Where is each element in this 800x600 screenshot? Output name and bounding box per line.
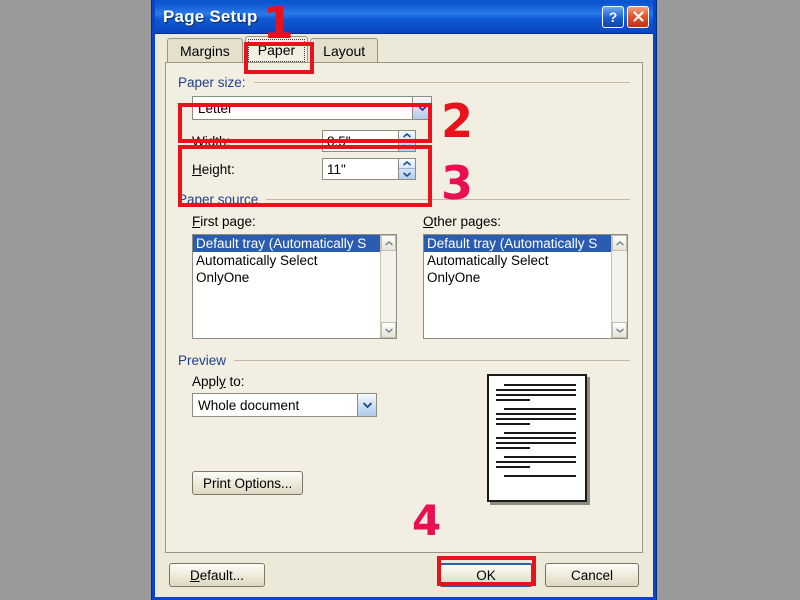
- document-preview-thumbnail: [487, 374, 587, 502]
- width-label-rest: idth:: [204, 133, 231, 149]
- first-page-scrollbar[interactable]: [380, 235, 396, 338]
- paper-source-group-header: Paper source: [178, 192, 630, 207]
- page-setup-dialog: Page Setup ? Margins Paper Layout Paper …: [152, 0, 656, 600]
- paper-size-group: Paper size: Letter Width: 8.5" Height: 1…: [178, 75, 630, 180]
- width-value: 8.5": [327, 133, 351, 149]
- cancel-button[interactable]: Cancel: [545, 563, 639, 587]
- window-controls: ?: [602, 5, 649, 28]
- help-button[interactable]: ?: [602, 5, 624, 28]
- tab-strip: Margins Paper Layout: [155, 34, 653, 62]
- annotation-number-3: 3: [441, 156, 474, 210]
- first-page-list-items: Default tray (Automatically S Automatica…: [193, 235, 380, 338]
- scroll-up-icon[interactable]: [612, 235, 627, 251]
- paper-tab-panel: Paper size: Letter Width: 8.5" Height: 1…: [165, 62, 643, 553]
- paper-size-label: Paper size:: [178, 75, 246, 90]
- annotation-number-4: 4: [412, 496, 442, 545]
- other-pages-listbox[interactable]: Default tray (Automatically S Automatica…: [423, 234, 628, 339]
- group-divider: [234, 360, 630, 361]
- apply-to-label-rest: to:: [225, 374, 245, 389]
- close-button[interactable]: [627, 5, 649, 28]
- list-item[interactable]: Default tray (Automatically S: [193, 235, 380, 252]
- tab-layout-label: Layout: [323, 42, 366, 59]
- paper-source-label: Paper source: [178, 192, 259, 207]
- height-stepper[interactable]: 11": [322, 158, 416, 180]
- width-spin-down[interactable]: [399, 141, 415, 151]
- scroll-up-icon[interactable]: [381, 235, 396, 251]
- width-label: Width:: [192, 133, 231, 149]
- height-value: 11": [327, 161, 346, 177]
- dialog-footer: Default... OK Cancel: [155, 553, 653, 597]
- paper-size-select[interactable]: Letter: [192, 96, 432, 120]
- chevron-down-icon[interactable]: [412, 97, 431, 119]
- height-label: Height:: [192, 161, 235, 177]
- page-title: Page Setup: [163, 6, 258, 26]
- scroll-down-icon[interactable]: [612, 322, 627, 338]
- apply-to-column: Apply to: Whole document Print Options..…: [192, 374, 467, 502]
- height-spin-up[interactable]: [399, 159, 415, 169]
- list-item[interactable]: Automatically Select: [193, 252, 380, 269]
- paper-size-value: Letter: [198, 100, 233, 116]
- ok-button-label: OK: [476, 567, 496, 583]
- first-page-label-rest: irst page:: [200, 214, 256, 229]
- cancel-button-label: Cancel: [570, 567, 614, 583]
- chevron-down-icon[interactable]: [357, 394, 376, 416]
- ok-button[interactable]: OK: [439, 563, 533, 587]
- print-options-label: Print Options...: [203, 475, 293, 491]
- preview-group: Preview Apply to: Whole document Print O…: [178, 353, 630, 502]
- height-spin-down[interactable]: [399, 169, 415, 179]
- tab-layout[interactable]: Layout: [310, 38, 379, 62]
- question-mark-icon: ?: [608, 8, 618, 25]
- print-options-button[interactable]: Print Options...: [192, 471, 304, 495]
- apply-to-select[interactable]: Whole document: [192, 393, 377, 417]
- annotation-number-2: 2: [441, 94, 474, 148]
- preview-group-header: Preview: [178, 353, 630, 368]
- scroll-down-icon[interactable]: [381, 322, 396, 338]
- tab-margins[interactable]: Margins: [167, 38, 243, 62]
- paper-source-group: Paper source First page: Default tray (A…: [178, 192, 630, 339]
- group-divider: [253, 82, 630, 83]
- first-page-listbox[interactable]: Default tray (Automatically S Automatica…: [192, 234, 397, 339]
- paper-size-group-header: Paper size:: [178, 75, 630, 90]
- apply-to-value: Whole document: [198, 397, 300, 413]
- title-bar[interactable]: Page Setup ?: [155, 0, 653, 34]
- other-pages-source-column: Other pages: Default tray (Automatically…: [423, 213, 628, 339]
- other-pages-list-items: Default tray (Automatically S Automatica…: [424, 235, 611, 338]
- preview-label: Preview: [178, 353, 227, 368]
- list-item[interactable]: OnlyOne: [424, 269, 611, 286]
- first-page-label: First page:: [192, 214, 256, 229]
- other-pages-label: Other pages:: [423, 214, 502, 229]
- first-page-source-column: First page: Default tray (Automatically …: [192, 213, 397, 339]
- list-item[interactable]: Default tray (Automatically S: [424, 235, 611, 252]
- annotation-number-1: 1: [263, 0, 294, 49]
- tab-margins-label: Margins: [180, 42, 230, 59]
- list-item[interactable]: Automatically Select: [424, 252, 611, 269]
- default-button-label: Default...: [189, 567, 245, 583]
- apply-to-label: Apply to:: [192, 374, 245, 389]
- other-pages-label-rest: ther pages:: [433, 214, 502, 229]
- width-spin-buttons[interactable]: [398, 131, 415, 151]
- width-spin-up[interactable]: [399, 131, 415, 141]
- width-stepper[interactable]: 8.5": [322, 130, 416, 152]
- other-pages-scrollbar[interactable]: [611, 235, 627, 338]
- close-icon: [632, 11, 644, 22]
- default-button[interactable]: Default...: [169, 563, 265, 587]
- height-label-rest: eight:: [201, 161, 235, 177]
- list-item[interactable]: OnlyOne: [193, 269, 380, 286]
- height-spin-buttons[interactable]: [398, 159, 415, 179]
